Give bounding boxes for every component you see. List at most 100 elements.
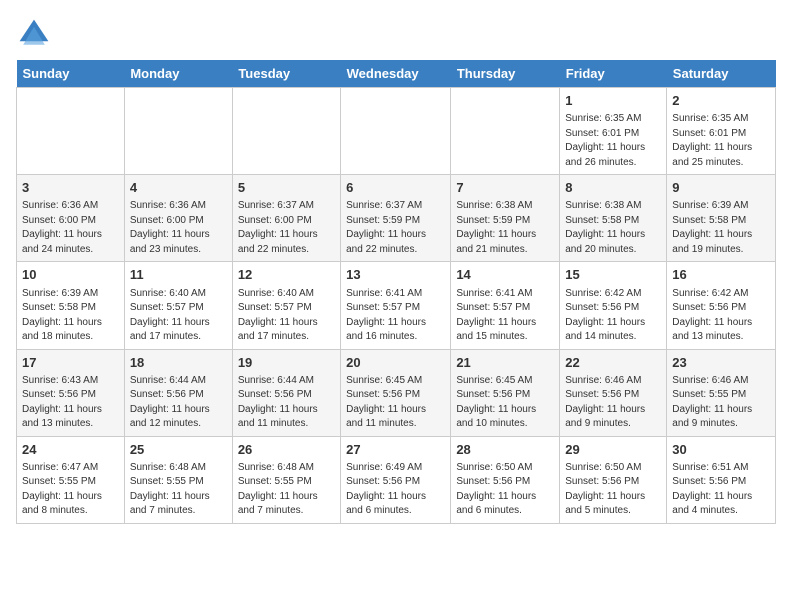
day-number: 2 bbox=[672, 92, 770, 110]
day-number: 16 bbox=[672, 266, 770, 284]
day-info: Sunrise: 6:37 AM Sunset: 5:59 PM Dayligh… bbox=[346, 199, 445, 257]
day-number: 1 bbox=[565, 92, 661, 110]
calendar-cell: 24 Sunrise: 6:47 AM Sunset: 5:55 PM Dayli… bbox=[17, 436, 125, 523]
day-header-friday: Friday bbox=[560, 60, 667, 88]
calendar-cell: 3 Sunrise: 6:36 AM Sunset: 6:00 PM Daylig… bbox=[17, 175, 125, 262]
day-number: 12 bbox=[238, 266, 335, 284]
day-info: Sunrise: 6:42 AM Sunset: 5:56 PM Dayligh… bbox=[565, 287, 661, 345]
day-info: Sunrise: 6:46 AM Sunset: 5:56 PM Dayligh… bbox=[565, 374, 661, 432]
calendar-cell: 4Sunrise: 6:36 AM Sunset: 6:00 PM Daylig… bbox=[124, 175, 232, 262]
day-info: Sunrise: 6:40 AM Sunset: 5:57 PM Dayligh… bbox=[130, 287, 227, 345]
calendar-cell: 17Sunrise: 6:43 AM Sunset: 5:56 PM Dayli… bbox=[17, 349, 125, 436]
calendar-cell bbox=[17, 88, 125, 175]
calendar-cell: 18 Sunrise: 6:44 AM Sunset: 5:56 PM Dayli… bbox=[124, 349, 232, 436]
day-info: Sunrise: 6:48 AM Sunset: 5:55 PM Dayligh… bbox=[238, 461, 335, 519]
page-header bbox=[16, 16, 776, 52]
day-info: Sunrise: 6:50 AM Sunset: 5:56 PM Dayligh… bbox=[456, 461, 554, 519]
calendar-cell bbox=[232, 88, 340, 175]
calendar-week-row: 1 Sunrise: 6:35 AM Sunset: 6:01 PM Daylig… bbox=[17, 88, 776, 175]
calendar-cell bbox=[451, 88, 560, 175]
day-number: 5 bbox=[238, 179, 335, 197]
day-number: 28 bbox=[456, 441, 554, 459]
day-number: 11 bbox=[130, 266, 227, 284]
calendar-cell: 11 Sunrise: 6:40 AM Sunset: 5:57 PM Dayli… bbox=[124, 262, 232, 349]
day-header-wednesday: Wednesday bbox=[341, 60, 451, 88]
calendar-header-row: SundayMondayTuesdayWednesdayThursdayFrid… bbox=[17, 60, 776, 88]
day-info: Sunrise: 6:41 AM Sunset: 5:57 PM Dayligh… bbox=[456, 287, 554, 345]
day-number: 19 bbox=[238, 354, 335, 372]
day-number: 23 bbox=[672, 354, 770, 372]
calendar-cell: 29Sunrise: 6:50 AM Sunset: 5:56 PM Dayli… bbox=[560, 436, 667, 523]
day-info: Sunrise: 6:40 AM Sunset: 5:57 PM Dayligh… bbox=[238, 287, 335, 345]
day-info: Sunrise: 6:50 AM Sunset: 5:56 PM Dayligh… bbox=[565, 461, 661, 519]
calendar-week-row: 24 Sunrise: 6:47 AM Sunset: 5:55 PM Dayli… bbox=[17, 436, 776, 523]
day-number: 20 bbox=[346, 354, 445, 372]
calendar-cell: 2Sunrise: 6:35 AM Sunset: 6:01 PM Daylig… bbox=[667, 88, 776, 175]
logo-icon bbox=[16, 16, 52, 52]
calendar-table: SundayMondayTuesdayWednesdayThursdayFrid… bbox=[16, 60, 776, 524]
day-info: Sunrise: 6:35 AM Sunset: 6:01 PM Dayligh… bbox=[565, 112, 661, 170]
day-info: Sunrise: 6:38 AM Sunset: 5:59 PM Dayligh… bbox=[456, 199, 554, 257]
day-number: 13 bbox=[346, 266, 445, 284]
day-info: Sunrise: 6:51 AM Sunset: 5:56 PM Dayligh… bbox=[672, 461, 770, 519]
day-info: Sunrise: 6:46 AM Sunset: 5:55 PM Dayligh… bbox=[672, 374, 770, 432]
calendar-cell: 26 Sunrise: 6:48 AM Sunset: 5:55 PM Dayli… bbox=[232, 436, 340, 523]
day-info: Sunrise: 6:39 AM Sunset: 5:58 PM Dayligh… bbox=[22, 287, 119, 345]
calendar-cell: 20Sunrise: 6:45 AM Sunset: 5:56 PM Dayli… bbox=[341, 349, 451, 436]
calendar-cell bbox=[124, 88, 232, 175]
calendar-cell: 13 Sunrise: 6:41 AM Sunset: 5:57 PM Dayli… bbox=[341, 262, 451, 349]
day-header-saturday: Saturday bbox=[667, 60, 776, 88]
day-number: 8 bbox=[565, 179, 661, 197]
day-info: Sunrise: 6:49 AM Sunset: 5:56 PM Dayligh… bbox=[346, 461, 445, 519]
day-info: Sunrise: 6:41 AM Sunset: 5:57 PM Dayligh… bbox=[346, 287, 445, 345]
day-info: Sunrise: 6:42 AM Sunset: 5:56 PM Dayligh… bbox=[672, 287, 770, 345]
calendar-cell: 19 Sunrise: 6:44 AM Sunset: 5:56 PM Dayli… bbox=[232, 349, 340, 436]
day-info: Sunrise: 6:39 AM Sunset: 5:58 PM Dayligh… bbox=[672, 199, 770, 257]
calendar-cell: 12 Sunrise: 6:40 AM Sunset: 5:57 PM Dayli… bbox=[232, 262, 340, 349]
day-header-sunday: Sunday bbox=[17, 60, 125, 88]
calendar-cell: 28 Sunrise: 6:50 AM Sunset: 5:56 PM Dayli… bbox=[451, 436, 560, 523]
day-number: 7 bbox=[456, 179, 554, 197]
day-info: Sunrise: 6:44 AM Sunset: 5:56 PM Dayligh… bbox=[130, 374, 227, 432]
day-info: Sunrise: 6:36 AM Sunset: 6:00 PM Dayligh… bbox=[130, 199, 227, 257]
calendar-cell: 8 Sunrise: 6:38 AM Sunset: 5:58 PM Daylig… bbox=[560, 175, 667, 262]
calendar-week-row: 3 Sunrise: 6:36 AM Sunset: 6:00 PM Daylig… bbox=[17, 175, 776, 262]
calendar-cell: 14 Sunrise: 6:41 AM Sunset: 5:57 PM Dayli… bbox=[451, 262, 560, 349]
day-number: 6 bbox=[346, 179, 445, 197]
day-info: Sunrise: 6:44 AM Sunset: 5:56 PM Dayligh… bbox=[238, 374, 335, 432]
day-info: Sunrise: 6:48 AM Sunset: 5:55 PM Dayligh… bbox=[130, 461, 227, 519]
day-number: 9 bbox=[672, 179, 770, 197]
day-info: Sunrise: 6:36 AM Sunset: 6:00 PM Dayligh… bbox=[22, 199, 119, 257]
calendar-cell: 30 Sunrise: 6:51 AM Sunset: 5:56 PM Dayli… bbox=[667, 436, 776, 523]
calendar-week-row: 10Sunrise: 6:39 AM Sunset: 5:58 PM Dayli… bbox=[17, 262, 776, 349]
day-number: 14 bbox=[456, 266, 554, 284]
day-number: 30 bbox=[672, 441, 770, 459]
day-info: Sunrise: 6:47 AM Sunset: 5:55 PM Dayligh… bbox=[22, 461, 119, 519]
day-header-thursday: Thursday bbox=[451, 60, 560, 88]
calendar-cell: 27 Sunrise: 6:49 AM Sunset: 5:56 PM Dayli… bbox=[341, 436, 451, 523]
day-info: Sunrise: 6:38 AM Sunset: 5:58 PM Dayligh… bbox=[565, 199, 661, 257]
day-number: 18 bbox=[130, 354, 227, 372]
calendar-cell: 6 Sunrise: 6:37 AM Sunset: 5:59 PM Daylig… bbox=[341, 175, 451, 262]
day-number: 26 bbox=[238, 441, 335, 459]
calendar-cell: 23 Sunrise: 6:46 AM Sunset: 5:55 PM Dayli… bbox=[667, 349, 776, 436]
calendar-cell: 25 Sunrise: 6:48 AM Sunset: 5:55 PM Dayli… bbox=[124, 436, 232, 523]
day-number: 3 bbox=[22, 179, 119, 197]
day-header-tuesday: Tuesday bbox=[232, 60, 340, 88]
calendar-cell: 15 Sunrise: 6:42 AM Sunset: 5:56 PM Dayli… bbox=[560, 262, 667, 349]
day-number: 21 bbox=[456, 354, 554, 372]
calendar-cell: 9 Sunrise: 6:39 AM Sunset: 5:58 PM Daylig… bbox=[667, 175, 776, 262]
day-number: 24 bbox=[22, 441, 119, 459]
calendar-cell: 21 Sunrise: 6:45 AM Sunset: 5:56 PM Dayli… bbox=[451, 349, 560, 436]
day-number: 17 bbox=[22, 354, 119, 372]
day-header-monday: Monday bbox=[124, 60, 232, 88]
calendar-cell: 16 Sunrise: 6:42 AM Sunset: 5:56 PM Dayli… bbox=[667, 262, 776, 349]
day-number: 15 bbox=[565, 266, 661, 284]
day-info: Sunrise: 6:45 AM Sunset: 5:56 PM Dayligh… bbox=[456, 374, 554, 432]
day-number: 27 bbox=[346, 441, 445, 459]
calendar-cell: 7 Sunrise: 6:38 AM Sunset: 5:59 PM Daylig… bbox=[451, 175, 560, 262]
day-number: 25 bbox=[130, 441, 227, 459]
day-number: 22 bbox=[565, 354, 661, 372]
calendar-cell: 1 Sunrise: 6:35 AM Sunset: 6:01 PM Daylig… bbox=[560, 88, 667, 175]
logo bbox=[16, 16, 56, 52]
